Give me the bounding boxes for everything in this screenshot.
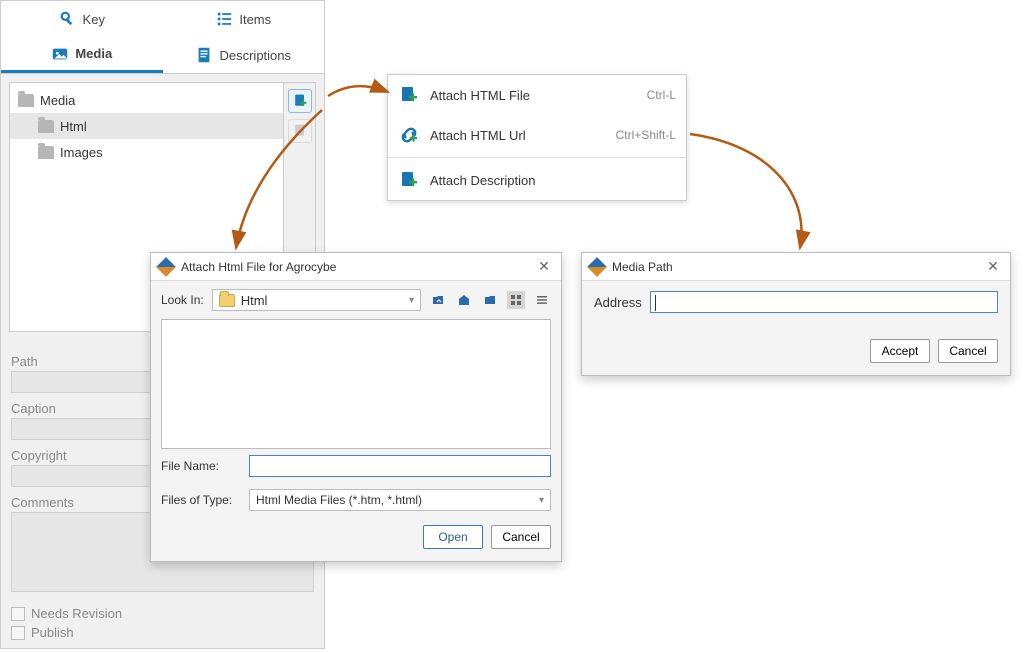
close-button[interactable]: ✕: [984, 258, 1002, 276]
menu-shortcut: Ctrl-L: [647, 88, 676, 102]
menu-separator: [388, 157, 686, 158]
chevron-down-icon: ▾: [409, 295, 414, 306]
menu-attach-description[interactable]: Attach Description: [388, 160, 686, 200]
items-icon: [215, 10, 233, 28]
file-name-label: File Name:: [161, 459, 241, 473]
descriptions-icon: [195, 46, 213, 64]
cancel-button[interactable]: Cancel: [938, 339, 998, 363]
new-folder-button[interactable]: [481, 291, 499, 309]
address-input[interactable]: [650, 291, 998, 313]
grid-view-button[interactable]: [507, 291, 525, 309]
menu-item-label: Attach Description: [430, 173, 676, 188]
tree-node-label: Html: [60, 119, 87, 134]
attach-button[interactable]: [288, 89, 312, 113]
address-row: Address: [582, 281, 1010, 319]
tree-node-html[interactable]: Html: [10, 113, 283, 139]
file-name-input[interactable]: [249, 455, 551, 477]
tab-key[interactable]: Key: [1, 1, 163, 37]
publish-checkbox[interactable]: Publish: [11, 625, 314, 640]
close-button[interactable]: ✕: [535, 258, 553, 276]
file-add-icon: [398, 170, 420, 190]
tab-items-label: Items: [239, 12, 271, 27]
cancel-button[interactable]: Cancel: [491, 525, 551, 549]
look-in-select[interactable]: Html ▾: [212, 289, 421, 311]
home-button[interactable]: [455, 291, 473, 309]
panel-tabs: Key Items Media Descriptions: [1, 1, 324, 74]
tab-descriptions[interactable]: Descriptions: [163, 37, 325, 73]
file-add-icon: [398, 85, 420, 105]
key-icon: [59, 10, 77, 28]
chevron-down-icon: ▾: [539, 495, 544, 506]
folder-icon: [38, 120, 54, 133]
app-icon: [156, 257, 176, 277]
accept-button[interactable]: Accept: [870, 339, 930, 363]
look-in-value: Html: [241, 293, 268, 308]
media-icon: [51, 45, 69, 63]
list-view-button[interactable]: [533, 291, 551, 309]
dialog-titlebar: Media Path ✕: [582, 253, 1010, 281]
file-type-row: Files of Type: Html Media Files (*.htm, …: [151, 483, 561, 517]
detach-button: [288, 119, 312, 143]
tree-node-images[interactable]: Images: [10, 139, 283, 165]
menu-item-label: Attach HTML Url: [430, 128, 606, 143]
menu-item-label: Attach HTML File: [430, 88, 637, 103]
attach-context-menu: Attach HTML File Ctrl-L Attach HTML Url …: [387, 74, 687, 201]
tab-items[interactable]: Items: [163, 1, 325, 37]
media-path-dialog: Media Path ✕ Address Accept Cancel: [581, 252, 1011, 376]
tree-node-label: Media: [40, 93, 75, 108]
menu-attach-html-url[interactable]: Attach HTML Url Ctrl+Shift-L: [388, 115, 686, 155]
look-in-label: Look In:: [161, 293, 204, 307]
file-type-value: Html Media Files (*.htm, *.html): [256, 493, 422, 507]
address-label: Address: [594, 295, 642, 310]
file-list[interactable]: [161, 319, 551, 449]
checkbox-icon: [11, 607, 25, 621]
folder-icon: [18, 94, 34, 107]
attach-file-dialog: Attach Html File for Agrocybe ✕ Look In:…: [150, 252, 562, 562]
dialog-title: Media Path: [612, 260, 984, 274]
tab-media[interactable]: Media: [1, 37, 163, 73]
dialog-title: Attach Html File for Agrocybe: [181, 260, 535, 274]
folder-icon: [219, 294, 235, 307]
flags: Needs Revision Publish: [1, 598, 324, 652]
up-folder-button[interactable]: [429, 291, 447, 309]
menu-shortcut: Ctrl+Shift-L: [616, 128, 676, 142]
link-add-icon: [398, 125, 420, 145]
tab-media-label: Media: [75, 46, 112, 61]
tab-descriptions-label: Descriptions: [219, 48, 291, 63]
checkbox-icon: [11, 626, 25, 640]
app-icon: [587, 257, 607, 277]
open-button[interactable]: Open: [423, 525, 483, 549]
tree-node-media[interactable]: Media: [10, 87, 283, 113]
file-name-row: File Name:: [151, 449, 561, 483]
tab-key-label: Key: [83, 12, 105, 27]
menu-attach-html-file[interactable]: Attach HTML File Ctrl-L: [388, 75, 686, 115]
file-type-select[interactable]: Html Media Files (*.htm, *.html) ▾: [249, 489, 551, 511]
path-dialog-actions: Accept Cancel: [582, 319, 1010, 375]
tree-node-label: Images: [60, 145, 103, 160]
dialog-titlebar: Attach Html File for Agrocybe ✕: [151, 253, 561, 281]
file-dialog-toolbar: Look In: Html ▾: [151, 281, 561, 319]
file-dialog-actions: Open Cancel: [151, 517, 561, 561]
file-type-label: Files of Type:: [161, 493, 241, 507]
needs-revision-label: Needs Revision: [31, 606, 122, 621]
needs-revision-checkbox[interactable]: Needs Revision: [11, 606, 314, 621]
publish-label: Publish: [31, 625, 74, 640]
folder-icon: [38, 146, 54, 159]
